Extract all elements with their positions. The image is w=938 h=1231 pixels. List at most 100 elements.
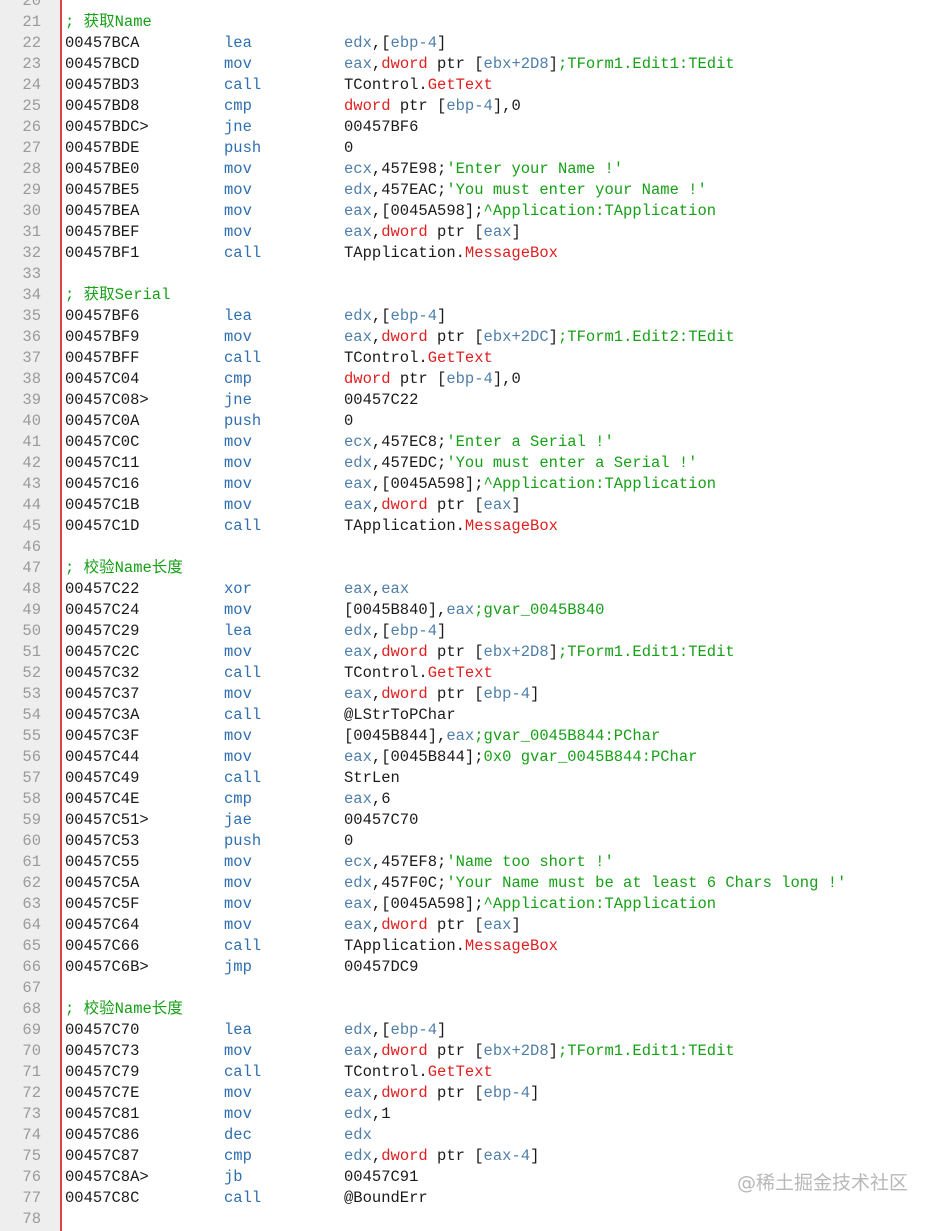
- code-line[interactable]: 25 00457BD8 cmp dword ptr [ebp-4],0: [0, 96, 938, 117]
- code-line[interactable]: 69 00457C70 lea edx,[ebp-4]: [0, 1020, 938, 1041]
- line-number: 48: [22, 580, 41, 598]
- code-line[interactable]: 43 00457C16 mov eax,[0045A598];^Application…: [0, 474, 938, 495]
- line-number: 50: [22, 622, 41, 640]
- instruction-operands: 00457C91: [344, 1167, 418, 1188]
- instruction-operands: edx,[ebp-4]: [344, 1020, 446, 1041]
- code-line[interactable]: 55 00457C3F mov [0045B844],eax;gvar_0045B84…: [0, 726, 938, 747]
- code-line[interactable]: 67: [0, 978, 938, 999]
- code-line[interactable]: 37 00457BFF call TControl.GetText: [0, 348, 938, 369]
- code-line[interactable]: 50 00457C29 lea edx,[ebp-4]: [0, 621, 938, 642]
- instruction-mnemonic: mov: [224, 1084, 252, 1102]
- line-number: 47: [22, 559, 41, 577]
- code-line[interactable]: 72 00457C7E mov eax,dword ptr [ebp-4]: [0, 1083, 938, 1104]
- code-line[interactable]: 58 00457C4E cmp eax,6: [0, 789, 938, 810]
- operand-token: ]: [530, 1147, 540, 1165]
- instruction-address: 00457C11: [65, 454, 140, 472]
- code-line[interactable]: 33: [0, 264, 938, 285]
- code-line[interactable]: 20: [0, 0, 938, 12]
- operand-token: ,457EDC;: [371, 454, 447, 472]
- code-line[interactable]: 68 ; 校验Name长度: [0, 999, 938, 1020]
- code-line[interactable]: 45 00457C1D call TApplication.MessageBox: [0, 516, 938, 537]
- code-line[interactable]: 38 00457C04 cmp dword ptr [ebp-4],0: [0, 369, 938, 390]
- code-line[interactable]: 59 00457C51> jae 00457C70: [0, 810, 938, 831]
- code-line[interactable]: 40 00457C0A push 0: [0, 411, 938, 432]
- instruction-mnemonic: cmp: [224, 1147, 252, 1165]
- code-line[interactable]: 63 00457C5F mov eax,[0045A598];^Application…: [0, 894, 938, 915]
- code-line[interactable]: 74 00457C86 dec edx: [0, 1125, 938, 1146]
- operand-token: dword: [381, 1042, 428, 1060]
- code-line[interactable]: 28 00457BE0 mov ecx,457E98;'Enter your Name…: [0, 159, 938, 180]
- code-line[interactable]: 75 00457C87 cmp edx,dword ptr [eax-4]: [0, 1146, 938, 1167]
- code-line[interactable]: 65 00457C66 call TApplication.MessageBox: [0, 936, 938, 957]
- code-line[interactable]: 31 00457BEF mov eax,dword ptr [eax]: [0, 222, 938, 243]
- instruction-address: 00457C44: [65, 748, 140, 766]
- code-line[interactable]: 66 00457C6B> jmp 00457DC9: [0, 957, 938, 978]
- code-line[interactable]: 44 00457C1B mov eax,dword ptr [eax]: [0, 495, 938, 516]
- code-line[interactable]: 27 00457BDE push 0: [0, 138, 938, 159]
- code-line[interactable]: 30 00457BEA mov eax,[0045A598];^Application…: [0, 201, 938, 222]
- code-line[interactable]: 35 00457BF6 lea edx,[ebp-4]: [0, 306, 938, 327]
- operand-token: eax: [344, 1084, 372, 1102]
- code-line[interactable]: 56 00457C44 mov eax,[0045B844];0x0 gvar_004…: [0, 747, 938, 768]
- operand-token: eax: [446, 601, 475, 619]
- code-line[interactable]: 23 00457BCD mov eax,dword ptr [ebx+2D8];TFo…: [0, 54, 938, 75]
- instruction-mnemonic: jae: [224, 811, 252, 829]
- code-line[interactable]: 47 ; 校验Name长度: [0, 558, 938, 579]
- code-line[interactable]: 34 ; 获取Serial: [0, 285, 938, 306]
- operand-token: ebp-4: [483, 1084, 531, 1102]
- operand-token: ,[: [371, 1021, 391, 1039]
- code-line[interactable]: 51 00457C2C mov eax,dword ptr [ebx+2D8];TFo…: [0, 642, 938, 663]
- operand-token: ptr [: [427, 916, 484, 934]
- line-number: 63: [22, 895, 41, 913]
- operand-token: TControl.: [344, 76, 428, 94]
- instruction-operands: TControl.GetText: [344, 348, 493, 369]
- code-line[interactable]: 71 00457C79 call TControl.GetText: [0, 1062, 938, 1083]
- section-comment: ; 获取Serial: [65, 286, 171, 304]
- instruction-operands: eax,dword ptr [ebx+2D8];TForm1.Edit1:TEd…: [344, 1041, 735, 1062]
- operand-token: ]: [437, 622, 447, 640]
- operand-token: eax: [344, 790, 372, 808]
- code-line[interactable]: 26 00457BDC> jne 00457BF6: [0, 117, 938, 138]
- code-line[interactable]: 64 00457C64 mov eax,dword ptr [eax]: [0, 915, 938, 936]
- code-line[interactable]: 53 00457C37 mov eax,dword ptr [ebp-4]: [0, 684, 938, 705]
- code-line[interactable]: 70 00457C73 mov eax,dword ptr [ebx+2D8];TFo…: [0, 1041, 938, 1062]
- operand-token: eax: [344, 496, 372, 514]
- code-line[interactable]: 61 00457C55 mov ecx,457EF8;'Name too short …: [0, 852, 938, 873]
- instruction-operands: 00457BF6: [344, 117, 418, 138]
- operand-token: ,: [371, 1147, 382, 1165]
- line-number: 31: [22, 223, 41, 241]
- operand-token: dword: [381, 223, 428, 241]
- code-line[interactable]: 24 00457BD3 call TControl.GetText: [0, 75, 938, 96]
- code-line[interactable]: 46: [0, 537, 938, 558]
- code-line[interactable]: 39 00457C08> jne 00457C22: [0, 390, 938, 411]
- code-line[interactable]: 57 00457C49 call StrLen: [0, 768, 938, 789]
- code-line[interactable]: 42 00457C11 mov edx,457EDC;'You must enter …: [0, 453, 938, 474]
- operand-token: TApplication.: [344, 937, 465, 955]
- instruction-operands: eax,[0045A598];^Application:TApplication: [344, 474, 716, 495]
- code-line[interactable]: 48 00457C22 xor eax,eax: [0, 579, 938, 600]
- code-line[interactable]: 41 00457C0C mov ecx,457EC8;'Enter a Serial …: [0, 432, 938, 453]
- instruction-operands: TControl.GetText: [344, 663, 493, 684]
- code-line[interactable]: 73 00457C81 mov edx,1: [0, 1104, 938, 1125]
- code-line[interactable]: 52 00457C32 call TControl.GetText: [0, 663, 938, 684]
- code-line[interactable]: 62 00457C5A mov edx,457F0C;'Your Name must …: [0, 873, 938, 894]
- code-line[interactable]: 21 ; 获取Name: [0, 12, 938, 33]
- code-line[interactable]: 32 00457BF1 call TApplication.MessageBox: [0, 243, 938, 264]
- line-number: 30: [22, 202, 41, 220]
- instruction-operands: edx: [344, 1125, 372, 1146]
- code-line[interactable]: 49 00457C24 mov [0045B840],eax;gvar_0045B84…: [0, 600, 938, 621]
- operand-comment: 'Enter your Name !': [446, 160, 624, 178]
- code-line[interactable]: 36 00457BF9 mov eax,dword ptr [ebx+2DC];TFo…: [0, 327, 938, 348]
- code-line[interactable]: 22 00457BCA lea edx,[ebp-4]: [0, 33, 938, 54]
- instruction-mnemonic: mov: [224, 1105, 252, 1123]
- operand-comment: ;gvar_0045B844:PChar: [474, 727, 661, 745]
- code-line[interactable]: 60 00457C53 push 0: [0, 831, 938, 852]
- line-number: 26: [22, 118, 41, 136]
- instruction-operands: edx,[ebp-4]: [344, 621, 446, 642]
- line-number: 78: [22, 1210, 41, 1228]
- code-line[interactable]: 29 00457BE5 mov edx,457EAC;'You must enter …: [0, 180, 938, 201]
- operand-comment: ^Application:TApplication: [483, 475, 717, 493]
- line-number: 54: [22, 706, 41, 724]
- code-line[interactable]: 78: [0, 1209, 938, 1230]
- code-line[interactable]: 54 00457C3A call @LStrToPChar: [0, 705, 938, 726]
